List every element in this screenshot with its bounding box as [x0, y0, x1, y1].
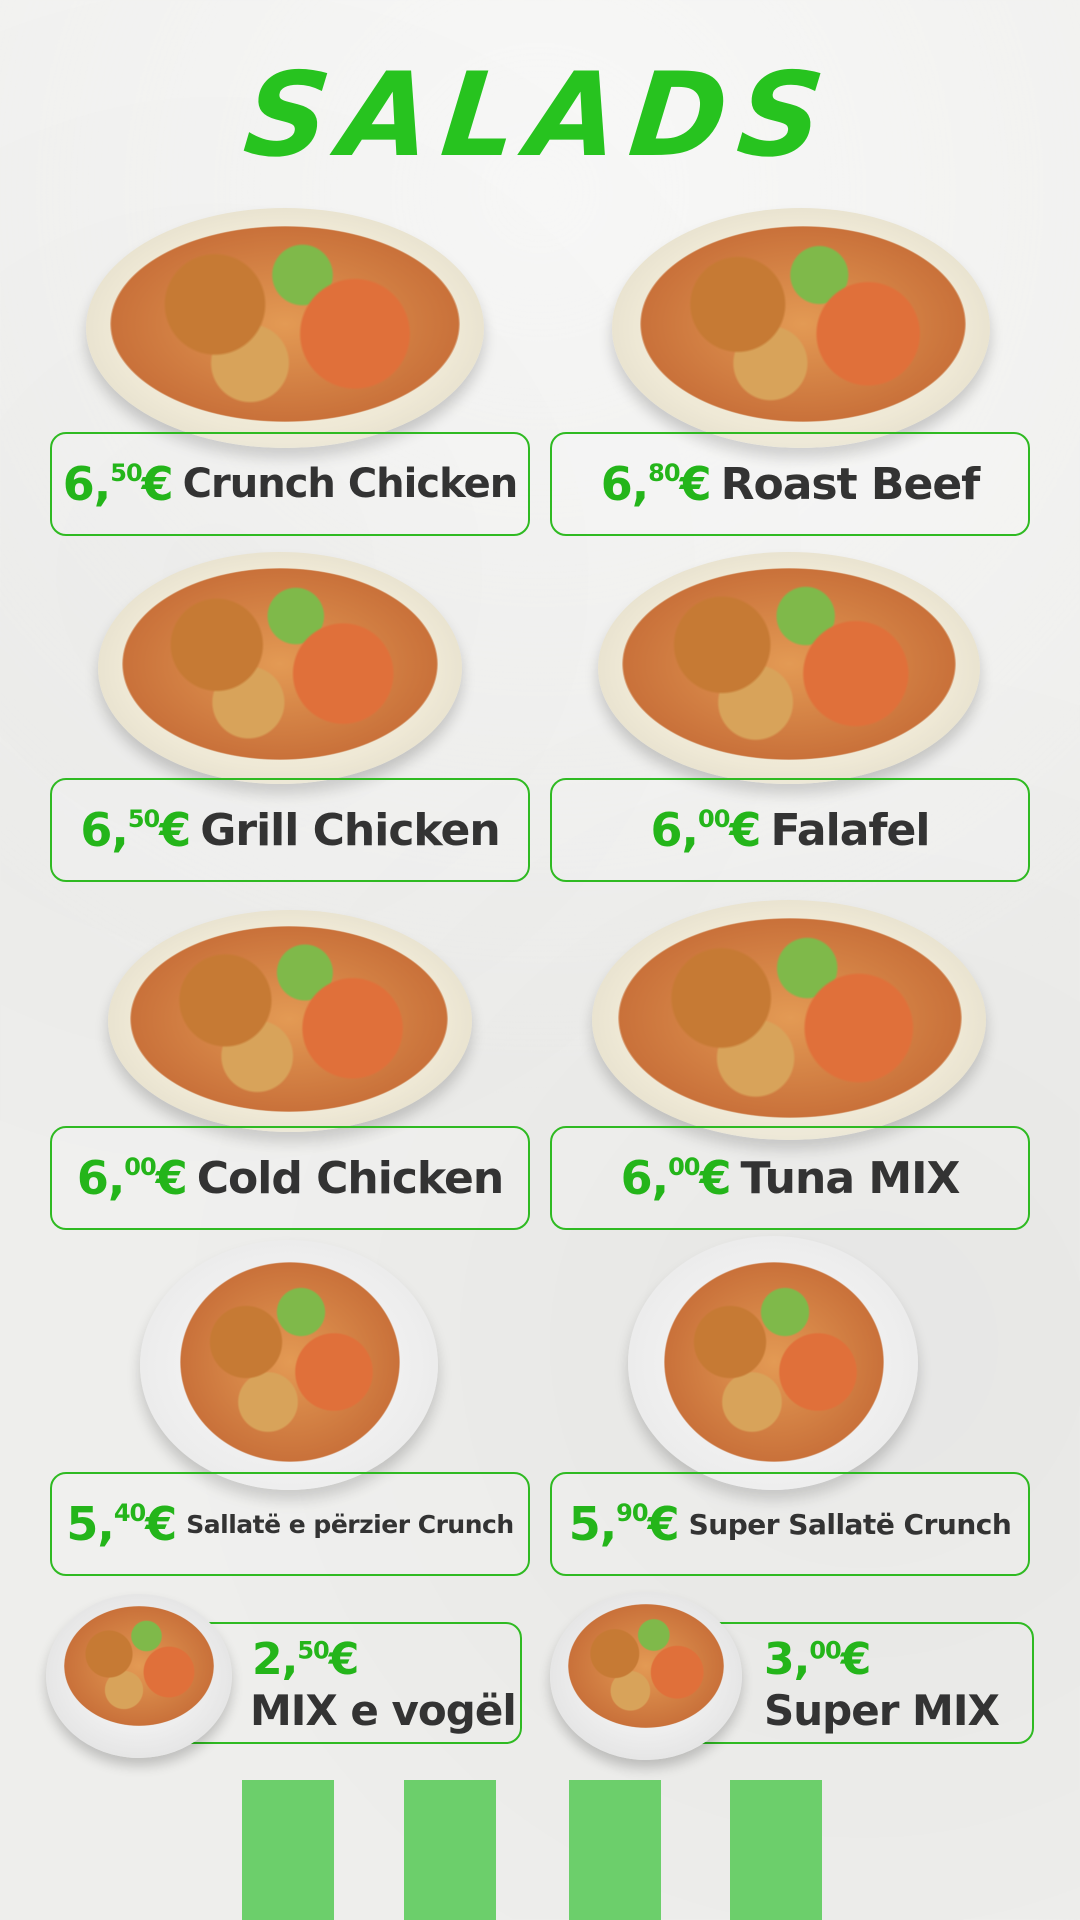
item-name: Cold Chicken [196, 1152, 504, 1204]
menu-item-card[interactable]: 6,50€ Grill Chicken [50, 778, 530, 882]
price: 6,50€ [80, 803, 191, 857]
menu-item-card[interactable]: 6,00€ Cold Chicken [50, 1126, 530, 1230]
item-name: MIX e vogël [250, 1686, 517, 1735]
menu-item-card[interactable]: 6,00€ Tuna MIX [550, 1126, 1030, 1230]
price: 6,00€ [620, 1151, 732, 1205]
price: 5,90€ [568, 1497, 680, 1551]
item-name: Grill Chicken [200, 804, 500, 856]
price: 5,40€ [66, 1497, 177, 1551]
price: 6,50€ [62, 457, 174, 511]
price: 2,50€ [252, 1634, 359, 1685]
item-name: Crunch Chicken [182, 461, 519, 507]
menu-item-card[interactable]: 5,40€ Sallatë e përzier Crunch [50, 1472, 530, 1576]
decorative-stripe [242, 1780, 334, 1920]
price: 6,00€ [650, 803, 762, 857]
menu-item-card[interactable]: 6,00€ Falafel [550, 778, 1030, 882]
menu-item-card[interactable]: 6,80€ Roast Beef [550, 432, 1030, 536]
menu-item-card[interactable]: 6,50€ Crunch Chicken [50, 432, 530, 536]
item-name: Falafel [770, 804, 930, 856]
item-name: Roast Beef [720, 458, 981, 510]
decorative-stripe [569, 1780, 661, 1920]
price: 6,00€ [76, 1151, 188, 1205]
item-name: Super MIX [764, 1686, 1000, 1735]
menu-item-card[interactable]: 5,90€ Super Sallatë Crunch [550, 1472, 1030, 1576]
decorative-stripe [730, 1780, 822, 1920]
item-name: Super Sallatë Crunch [688, 1507, 1012, 1541]
menu-title: SALADS [238, 48, 842, 183]
item-name: Sallatë e përzier Crunch [186, 1509, 514, 1539]
item-name: Tuna MIX [740, 1152, 960, 1204]
decorative-stripe [404, 1780, 496, 1920]
price: 6,80€ [600, 457, 712, 511]
price: 3,00€ [764, 1634, 871, 1685]
